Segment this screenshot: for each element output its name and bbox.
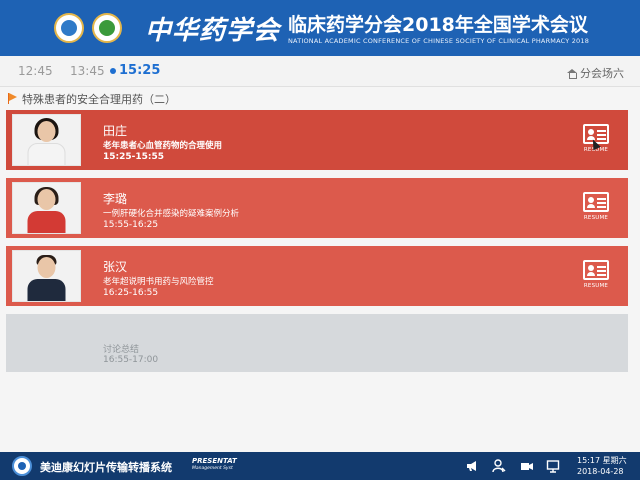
app-logo-icon: [12, 456, 32, 476]
speaker-photo-3: [12, 250, 81, 302]
user-settings-icon[interactable]: [492, 459, 506, 473]
talk-title-3: 老年超说明书用药与风险管控: [103, 277, 214, 287]
brand-calligraphy: 中华药学会: [145, 16, 281, 46]
resume-icon: [583, 260, 609, 280]
clock-time: 15:17 星期六: [577, 456, 627, 465]
association-logo-icon: [92, 13, 122, 43]
talk-card-1[interactable]: 田庄 老年患者心血管药物的合理使用 15:25-15:55 RESUME: [6, 110, 628, 170]
speaker-name-2: 李璐: [103, 192, 128, 206]
home-icon: [567, 69, 577, 79]
session-heading: 特殊患者的安全合理用药（二）: [8, 91, 176, 107]
time-tab-1525[interactable]: 15:25: [110, 63, 160, 78]
talk-title-1: 老年患者心血管药物的合理使用: [103, 141, 223, 151]
presentation-icon[interactable]: [546, 459, 560, 473]
time-tab-1525-label: 15:25: [119, 63, 161, 78]
flag-icon: [8, 93, 18, 104]
time-tab-bar: 12:45 13:45 15:25 分会场六: [0, 56, 640, 87]
resume-icon: [583, 192, 609, 212]
megaphone-icon[interactable]: [465, 459, 479, 473]
talk-time-1: 15:25-15:55: [103, 152, 165, 162]
conference-header: 中华药学会 临床药学分会2018年全国学术会议 NATIONAL ACADEMI…: [0, 0, 640, 56]
speaker-name-1: 田庄: [103, 124, 128, 138]
taskbar: 美迪康幻灯片传输转播系统 PRESENTAT Management Syst 15…: [0, 452, 640, 480]
talk-title-2: 一例肝硬化合并感染的疑难案例分析: [103, 209, 240, 219]
resume-label-2: RESUME: [583, 215, 609, 221]
resume-button-3[interactable]: RESUME: [582, 260, 610, 289]
session-title: 特殊患者的安全合理用药（二）: [22, 93, 176, 106]
discussion-time: 16:55-17:00: [103, 355, 159, 365]
time-tab-1345[interactable]: 13:45: [70, 64, 105, 78]
discussion-card[interactable]: 讨论总结 16:55-17:00: [6, 314, 628, 372]
active-dot-icon: [110, 67, 116, 74]
app-brand-name: PRESENTAT: [192, 457, 237, 465]
venue-button[interactable]: 分会场六: [567, 65, 624, 81]
app-brand-sub: Management Syst: [192, 466, 233, 471]
resume-button-2[interactable]: RESUME: [582, 192, 610, 221]
talk-card-3[interactable]: 张汉 老年超说明书用药与风险管控 16:25-16:55 RESUME: [6, 246, 628, 306]
venue-label: 分会场六: [580, 67, 624, 80]
speaker-name-3: 张汉: [103, 260, 128, 274]
discussion-title: 讨论总结: [103, 345, 140, 355]
talk-time-3: 16:25-16:55: [103, 288, 159, 298]
society-logo-icon: [54, 13, 84, 43]
app-name: 美迪康幻灯片传输转播系统: [40, 461, 172, 474]
app-brand: PRESENTAT Management Syst: [192, 458, 237, 472]
app-root: 中华药学会 临床药学分会2018年全国学术会议 NATIONAL ACADEMI…: [0, 0, 640, 480]
speaker-photo-2: [12, 182, 81, 234]
talk-time-2: 15:55-16:25: [103, 220, 159, 230]
time-tab-1245[interactable]: 12:45: [18, 64, 53, 78]
speaker-photo-1: [12, 114, 81, 166]
clock-date: 2018-04-28: [577, 467, 624, 476]
resume-label-3: RESUME: [583, 283, 609, 289]
conference-subtitle: NATIONAL ACADEMIC CONFERENCE OF CHINESE …: [288, 37, 590, 45]
talk-card-2[interactable]: 李璐 一例肝硬化合并感染的疑难案例分析 15:55-16:25 RESUME: [6, 178, 628, 238]
camera-icon[interactable]: [520, 459, 534, 473]
conference-title: 临床药学分会2018年全国学术会议: [288, 14, 588, 36]
